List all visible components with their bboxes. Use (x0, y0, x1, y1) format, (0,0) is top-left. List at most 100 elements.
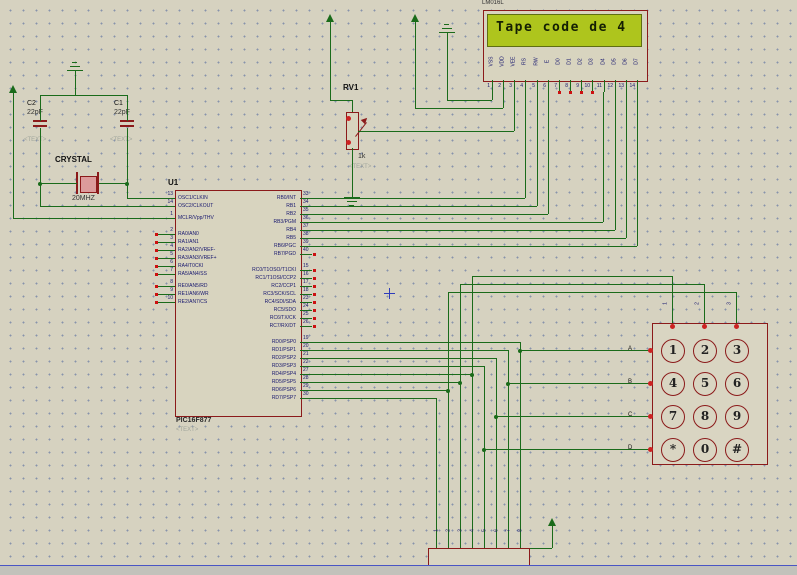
wire-segment (442, 28, 452, 29)
lcd-pin-number: 4 (520, 83, 523, 89)
schematic-sheet[interactable]: CRYSTAL 20MHZ C2 22pF <TEXT> C1 22pF <TE… (0, 0, 797, 575)
keypad-row-label: A (628, 346, 633, 352)
keypad-key-6[interactable]: 6 (725, 372, 749, 396)
keypad-key-3[interactable]: 3 (725, 339, 749, 363)
sheet-margin (0, 566, 797, 575)
unconnected-pin-marker (591, 91, 594, 94)
pin-stub (436, 540, 437, 548)
mcu-pin-number: 2 (170, 227, 173, 233)
wire-segment (472, 276, 672, 277)
wire-segment (312, 382, 460, 383)
mcu-pin-number: 20 (303, 343, 309, 349)
cap1-plate (120, 125, 134, 127)
wire-segment (492, 92, 493, 100)
wire-segment (312, 350, 508, 351)
wire-segment (436, 398, 437, 540)
keypad-key-7[interactable]: 7 (661, 405, 685, 429)
crystal-symbol[interactable] (80, 176, 97, 193)
unconnected-pin-marker (558, 91, 561, 94)
mcu-part: PIC16F877 (176, 417, 212, 424)
connector-pin-label: 5 (481, 529, 488, 532)
keypad-row-label: B (628, 379, 633, 385)
pin-stub (300, 326, 312, 327)
wire-segment (352, 100, 353, 112)
mcu-pin-number: 28 (303, 375, 309, 381)
wire-segment (40, 128, 41, 206)
mcu-pin-name: RD1/PSP1 (271, 347, 296, 353)
mcu-pin-number: 6 (170, 259, 173, 265)
wire-segment (312, 238, 626, 239)
pin-stub (508, 540, 509, 548)
lcd-pin-name: D1 (566, 58, 573, 65)
mcu-pin-number: 34 (303, 199, 309, 205)
keypad-key-2[interactable]: 2 (693, 339, 717, 363)
lcd-pin-name: VSS (488, 56, 495, 67)
mcu-pin-name: RC1/T1OSI/CCP2 (255, 275, 296, 281)
wire-segment (312, 342, 520, 343)
connector-pin-label: 6 (493, 529, 500, 532)
wire-segment (40, 206, 158, 207)
lcd-pin-number: 7 (554, 83, 557, 89)
keypad-key-1[interactable]: 1 (661, 339, 685, 363)
wire-segment (448, 292, 736, 293)
junction-dot (446, 389, 450, 393)
wire-segment (525, 92, 526, 198)
pin-stub (496, 540, 497, 548)
keypad-key-5[interactable]: 5 (693, 372, 717, 396)
mcu-pin-name: RC2/CCP1 (271, 283, 296, 289)
wire-segment (552, 526, 553, 548)
junction-dot (125, 182, 129, 186)
lcd-pin-number: 2 (498, 83, 501, 89)
mcu-pin-number: 1 (170, 211, 173, 217)
wire-segment (312, 398, 436, 399)
wire-segment (312, 222, 603, 223)
wire-segment (415, 22, 416, 108)
keypad-key-8[interactable]: 8 (693, 405, 717, 429)
pin-stub (484, 540, 485, 548)
keypad-key-*[interactable]: * (661, 438, 685, 462)
mcu-pin-number: 36 (303, 215, 309, 221)
wire-segment (736, 292, 737, 323)
unconnected-pin-marker (569, 91, 572, 94)
keypad-col-label: 1 (662, 302, 669, 305)
wire-segment (484, 449, 652, 450)
unconnected-pin-marker (155, 273, 158, 276)
mcu-pin-name: RD4/PSP4 (271, 371, 296, 377)
mcu-pin-number: 13 (167, 191, 173, 197)
mcu-pin-number: 9 (170, 287, 173, 293)
pot-pin-marker (346, 140, 351, 145)
cap2-plate (33, 125, 47, 127)
keypad-pin-marker (702, 324, 707, 329)
keypad-key-#[interactable]: # (725, 438, 749, 462)
mcu-pin-number: 10 (167, 295, 173, 301)
cap1-placeholder: <TEXT> (110, 137, 133, 143)
keypad-pin-marker (648, 447, 653, 452)
mcu-pin-number: 27 (303, 367, 309, 373)
wire-segment (127, 128, 128, 198)
lcd-pin-number: 13 (618, 83, 624, 89)
mcu-pin-name: RB2 (286, 211, 296, 217)
lcd-model: LM016L (482, 0, 504, 6)
power-arrow-icon (9, 85, 17, 93)
wire-segment (704, 284, 705, 323)
keypad-pin-marker (648, 348, 653, 353)
wire-segment (447, 32, 448, 100)
wire-segment (72, 62, 77, 63)
keypad-key-0[interactable]: 0 (693, 438, 717, 462)
lcd-pin-name: VDD (499, 56, 506, 67)
keypad-key-9[interactable]: 9 (725, 405, 749, 429)
wire-segment (99, 183, 127, 184)
mcu-pin-number: 29 (303, 383, 309, 389)
wire-segment (514, 92, 515, 131)
mcu-pin-number: 38 (303, 231, 309, 237)
keypad-key-4[interactable]: 4 (661, 372, 685, 396)
wire-segment (415, 108, 503, 109)
wire-segment (352, 148, 353, 197)
wire-segment (312, 246, 637, 247)
mcu-pin-name: RC5/SDO (273, 307, 296, 313)
unconnected-pin-marker (313, 253, 316, 256)
cap1-ref: C1 (114, 100, 123, 107)
mcu-pin-number: 3 (170, 235, 173, 241)
lcd-pin-name: D0 (555, 58, 562, 65)
wire-segment (312, 214, 548, 215)
